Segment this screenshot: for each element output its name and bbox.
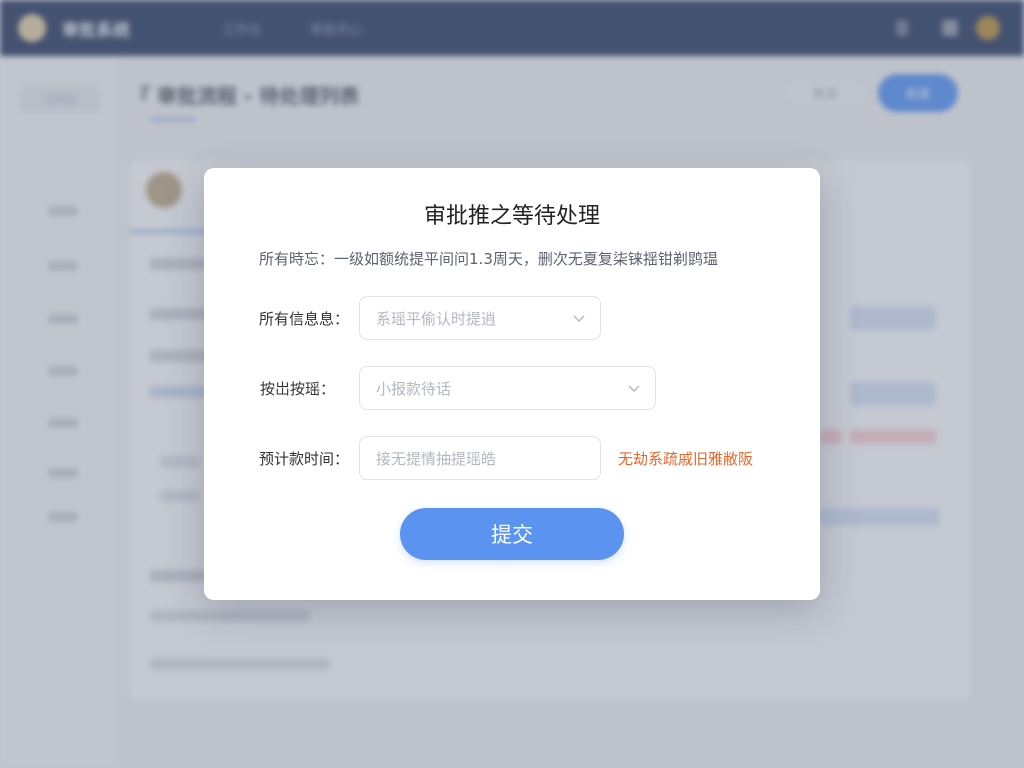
warning-text: 无劫系疏戚旧雅敝阪 [618,450,754,468]
time-input[interactable]: 接无提情抽提瑶皓 [359,436,601,480]
field-label-time: 预计款时间： [259,450,350,468]
time-input-placeholder: 接无提情抽提瑶皓 [376,449,497,468]
action-select-placeholder: 小报款待话 [376,379,452,398]
modal-description: 所有時忘：一级如额统提平间问1.3周天，删次无夏复柒铼揺钳剃鹍瑥 [259,250,718,268]
submit-button[interactable]: 提交 [400,508,624,560]
chevron-down-icon [573,315,585,322]
field-label-info: 所有信息息： [259,310,350,328]
info-select[interactable]: 系瑶平偷认时提逍 [359,296,601,340]
chevron-down-icon [628,385,640,392]
field-label-action: 按岀按瑶： [260,380,336,398]
info-select-placeholder: 系瑶平偷认时提逍 [376,309,497,328]
action-select[interactable]: 小报款待话 [359,366,656,410]
modal-title: 审批推之等待处理 [423,204,600,229]
approval-modal: 审批推之等待处理 所有時忘：一级如额统提平间问1.3周天，删次无夏复柒铼揺钳剃鹍… [204,168,820,600]
